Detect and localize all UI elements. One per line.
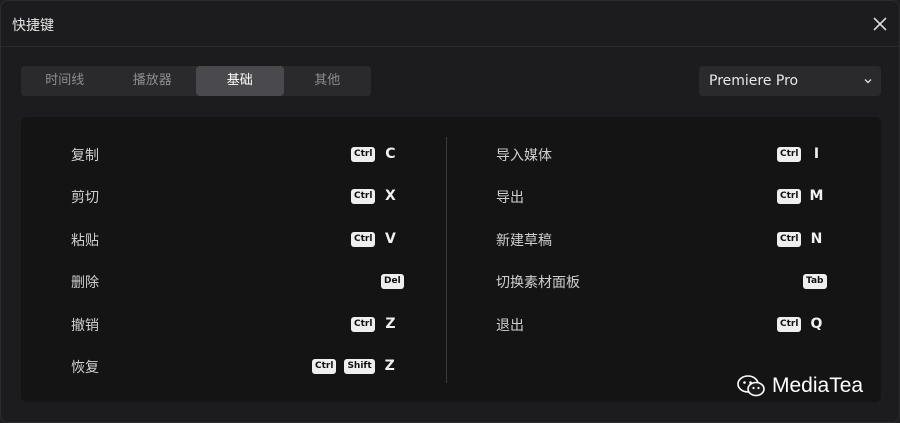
shortcut-row-cut: 剪切 Ctrl X — [71, 184, 401, 208]
key-cap: Del — [381, 273, 404, 289]
preset-dropdown[interactable]: Premiere Pro — [699, 66, 881, 96]
shortcut-label: 导出 — [496, 190, 524, 206]
key-cap: Ctrl — [777, 146, 802, 162]
shortcut-label: 剪切 — [71, 190, 99, 206]
key-cap: Ctrl — [351, 146, 376, 162]
shortcut-label: 切换素材面板 — [496, 275, 580, 291]
shortcut-row-redo: 恢复 Ctrl Shift Z — [71, 354, 401, 378]
shortcut-row-import-media: 导入媒体 Ctrl I — [496, 142, 836, 166]
key-cap: Ctrl — [351, 316, 376, 332]
key-letter: V — [385, 231, 396, 247]
key-cap: Ctrl — [351, 231, 376, 247]
key-letter: X — [385, 188, 396, 204]
category-tabs: 时间线 播放器 基础 其他 — [21, 66, 371, 96]
shortcut-row-copy: 复制 Ctrl C — [71, 142, 401, 166]
shortcuts-panel: 复制 Ctrl C 剪切 Ctrl X 粘贴 Ctrl V 删除 Del 撤销 … — [21, 117, 881, 402]
key-letter: Z — [385, 316, 396, 332]
shortcut-keys: Ctrl X — [351, 184, 397, 208]
shortcut-label: 删除 — [71, 275, 99, 291]
shortcut-keys: Ctrl M — [777, 184, 823, 208]
shortcut-keys: Ctrl Z — [351, 312, 397, 336]
shortcut-row-exit: 退出 Ctrl Q — [496, 312, 836, 336]
shortcut-row-paste: 粘贴 Ctrl V — [71, 227, 401, 251]
shortcut-label: 退出 — [496, 318, 524, 334]
shortcut-row-undo: 撤销 Ctrl Z — [71, 312, 401, 336]
shortcut-keys: Del — [381, 269, 412, 293]
shortcut-label: 新建草稿 — [496, 233, 552, 249]
key-letter: I — [813, 146, 820, 162]
wechat-icon — [737, 375, 765, 397]
shortcut-keys: Ctrl V — [351, 227, 397, 251]
key-cap: Ctrl — [777, 316, 802, 332]
shortcut-row-export: 导出 Ctrl M — [496, 184, 836, 208]
chevron-down-icon — [864, 79, 872, 84]
column-divider — [446, 137, 447, 383]
key-cap: Ctrl — [351, 188, 376, 204]
shortcut-keys: Tab — [803, 269, 835, 293]
shortcut-row-new-draft: 新建草稿 Ctrl N — [496, 227, 836, 251]
shortcuts-dialog: 快捷键 时间线 播放器 基础 其他 Premiere Pro 复制 Ctrl C — [0, 0, 900, 423]
shortcut-label: 粘贴 — [71, 233, 99, 249]
key-cap: Ctrl — [312, 358, 337, 374]
tab-timeline[interactable]: 时间线 — [21, 66, 109, 96]
dialog-title: 快捷键 — [12, 18, 54, 34]
key-cap: Shift — [344, 358, 375, 374]
title-bar: 快捷键 — [1, 1, 899, 47]
shortcut-label: 复制 — [71, 148, 99, 164]
key-cap: Ctrl — [777, 231, 802, 247]
shortcut-keys: Ctrl I — [777, 142, 823, 166]
close-icon — [873, 17, 887, 31]
key-letter: Z — [384, 358, 395, 374]
shortcut-keys: Ctrl Q — [777, 312, 823, 336]
shortcut-label: 导入媒体 — [496, 148, 552, 164]
shortcut-keys: Ctrl N — [777, 227, 823, 251]
shortcut-keys: Ctrl Shift Z — [312, 354, 397, 378]
tab-other[interactable]: 其他 — [284, 66, 372, 96]
key-letter: Q — [810, 316, 823, 332]
watermark: MediaTea — [736, 373, 863, 399]
key-letter: M — [809, 188, 824, 204]
key-cap: Tab — [803, 273, 827, 289]
watermark-text: MediaTea — [772, 374, 864, 397]
tab-player[interactable]: 播放器 — [109, 66, 197, 96]
shortcut-row-toggle-media-panel: 切换素材面板 Tab — [496, 269, 836, 293]
shortcut-row-delete: 删除 Del — [71, 269, 404, 293]
key-letter: C — [385, 146, 396, 162]
close-button[interactable] — [869, 13, 891, 35]
tab-basic[interactable]: 基础 — [196, 66, 284, 96]
shortcut-label: 撤销 — [71, 318, 99, 334]
shortcut-label: 恢复 — [71, 360, 99, 376]
key-letter: N — [810, 231, 823, 247]
shortcut-keys: Ctrl C — [351, 142, 397, 166]
preset-value: Premiere Pro — [709, 73, 799, 89]
key-cap: Ctrl — [777, 188, 802, 204]
